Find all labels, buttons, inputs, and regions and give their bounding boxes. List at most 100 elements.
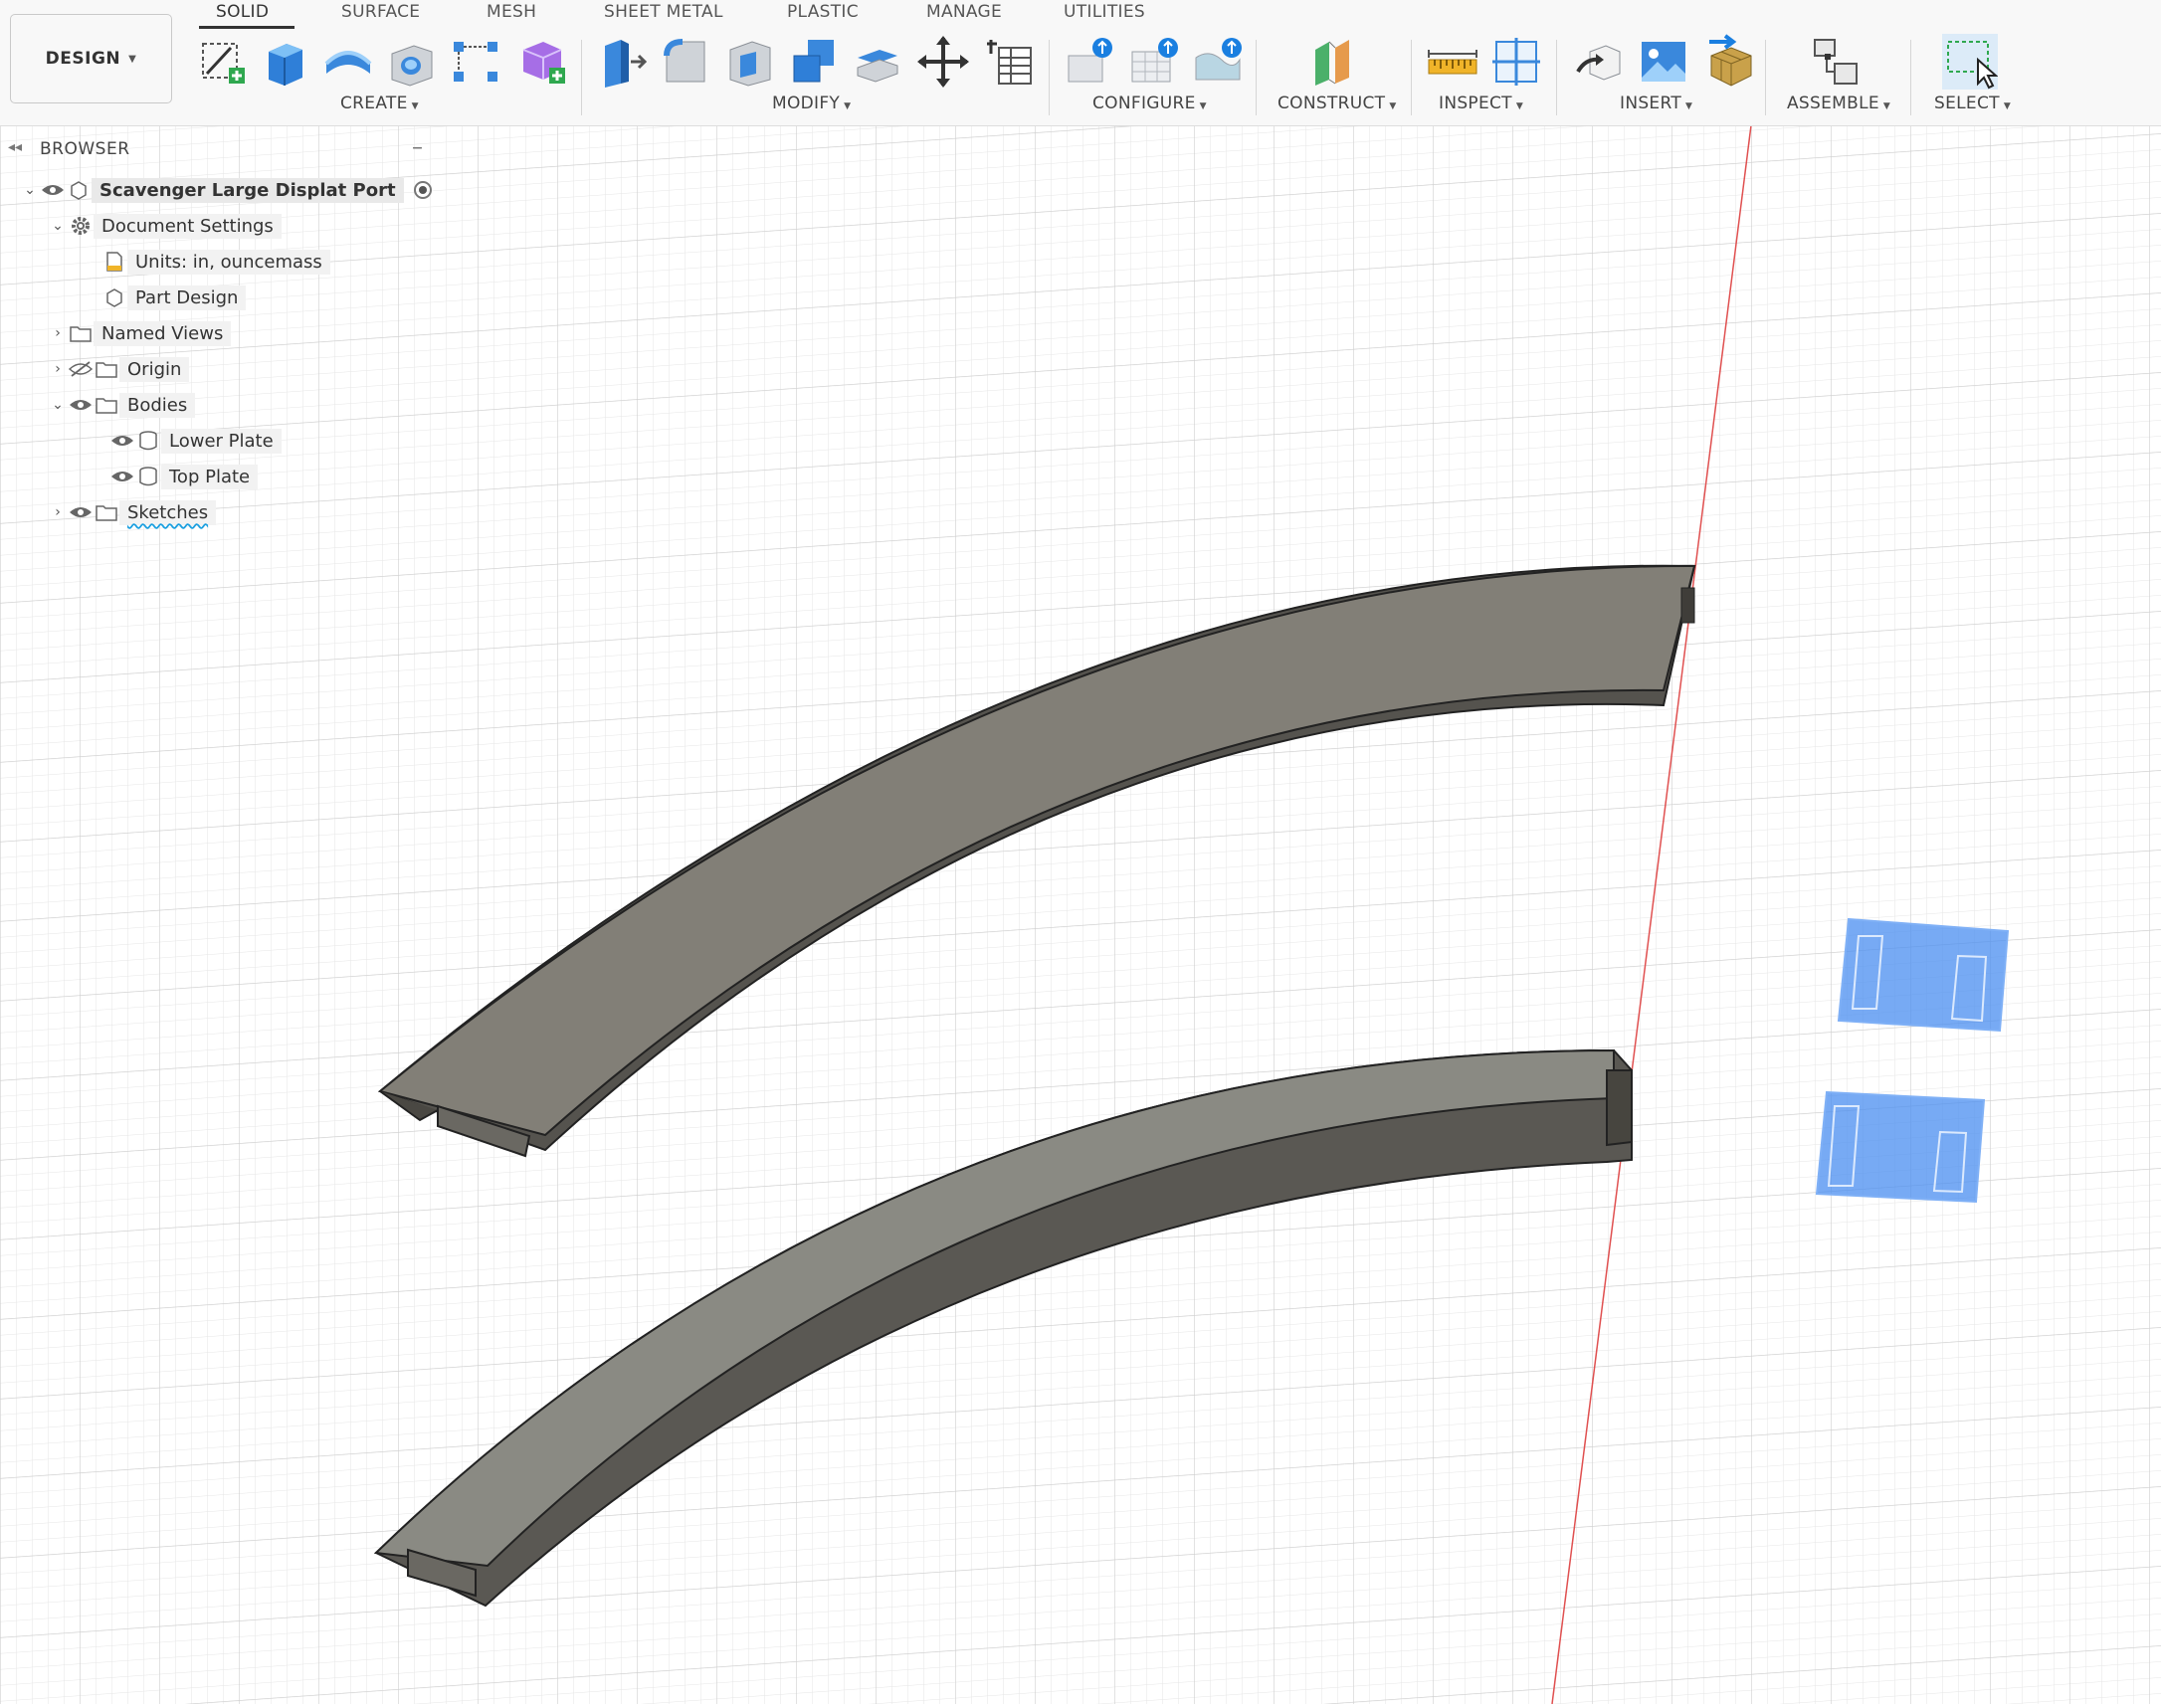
shell-icon[interactable] bbox=[722, 34, 778, 90]
insert-derive-icon[interactable] bbox=[1572, 34, 1628, 90]
component-icon bbox=[66, 179, 92, 201]
browser-node-units[interactable]: Units: in, ouncemass bbox=[101, 245, 330, 279]
folder-icon bbox=[94, 358, 119, 380]
chevron-down-icon: ▼ bbox=[1685, 101, 1693, 111]
parameters-icon[interactable] bbox=[981, 34, 1037, 90]
section-analysis-icon[interactable] bbox=[1488, 34, 1544, 90]
configure-theme-icon[interactable] bbox=[1190, 34, 1246, 90]
visibility-eye-icon[interactable] bbox=[68, 394, 94, 416]
units-icon bbox=[101, 251, 127, 273]
toolbar-separator bbox=[1256, 40, 1257, 115]
gear-icon bbox=[68, 215, 94, 237]
select-window-icon[interactable] bbox=[1942, 34, 1998, 90]
chevron-right-icon[interactable]: › bbox=[48, 361, 68, 377]
insert-canvas-icon[interactable] bbox=[1636, 34, 1691, 90]
chevron-down-icon: ▼ bbox=[411, 101, 419, 111]
folder-icon bbox=[68, 322, 94, 344]
browser-node-lower-plate[interactable]: Lower Plate bbox=[109, 424, 282, 458]
create-form-icon[interactable] bbox=[515, 34, 571, 90]
revolve-icon[interactable] bbox=[320, 34, 376, 90]
browser-label-top-plate: Top Plate bbox=[161, 464, 259, 489]
browser-label-document-settings: Document Settings bbox=[94, 213, 282, 239]
hole-icon[interactable] bbox=[384, 34, 440, 90]
browser-node-sketches[interactable]: › Sketches bbox=[48, 495, 217, 529]
tab-plastic[interactable]: PLASTIC bbox=[787, 2, 859, 22]
chevron-down-icon: ▼ bbox=[1199, 101, 1207, 111]
activate-radio-icon[interactable] bbox=[413, 181, 432, 199]
collapse-panel-icon[interactable]: ◂◂ bbox=[8, 139, 22, 155]
insert-mesh-icon[interactable] bbox=[1701, 34, 1757, 90]
joint-icon[interactable] bbox=[1809, 34, 1865, 90]
toolbar-separator bbox=[1049, 40, 1050, 115]
tab-solid[interactable]: SOLID bbox=[216, 2, 269, 22]
browser-node-origin[interactable]: › Origin bbox=[48, 352, 190, 386]
chevron-down-icon: ▼ bbox=[1389, 101, 1397, 111]
chevron-down-icon[interactable]: ⌄ bbox=[20, 182, 40, 198]
tab-mesh[interactable]: MESH bbox=[487, 2, 536, 22]
minimize-icon[interactable]: – bbox=[412, 135, 423, 160]
chevron-down-icon[interactable]: ⌄ bbox=[48, 397, 68, 413]
browser-node-top-plate[interactable]: Top Plate bbox=[109, 460, 259, 493]
tab-utilities[interactable]: UTILITIES bbox=[1064, 2, 1145, 22]
browser-label-origin: Origin bbox=[119, 356, 190, 382]
visibility-eye-icon[interactable] bbox=[40, 179, 66, 201]
tab-manage[interactable]: MANAGE bbox=[926, 2, 1002, 22]
configure-table-icon[interactable] bbox=[1063, 34, 1118, 90]
part-design-icon bbox=[101, 286, 127, 308]
sketch-profile-1[interactable] bbox=[1837, 917, 2010, 1033]
active-tab-indicator bbox=[199, 26, 295, 29]
group-construct[interactable]: CONSTRUCT ▼ bbox=[1277, 94, 1397, 113]
browser-node-part-design[interactable]: Part Design bbox=[101, 281, 247, 314]
group-configure[interactable]: CONFIGURE ▼ bbox=[1092, 94, 1207, 113]
offset-face-icon[interactable] bbox=[850, 34, 905, 90]
folder-icon bbox=[94, 501, 119, 523]
visibility-eye-icon[interactable] bbox=[109, 466, 135, 487]
group-inspect[interactable]: INSPECT ▼ bbox=[1439, 94, 1523, 113]
chevron-down-icon[interactable]: ⌄ bbox=[48, 218, 68, 234]
group-modify[interactable]: MODIFY ▼ bbox=[772, 94, 851, 113]
group-create[interactable]: CREATE ▼ bbox=[340, 94, 419, 113]
visibility-eye-icon[interactable] bbox=[68, 501, 94, 523]
browser-label-lower-plate: Lower Plate bbox=[161, 428, 282, 454]
browser-label-sketches: Sketches bbox=[119, 499, 217, 525]
configure-grid-icon[interactable] bbox=[1126, 34, 1182, 90]
browser-label-bodies: Bodies bbox=[119, 392, 196, 418]
move-icon[interactable] bbox=[915, 34, 971, 90]
group-insert[interactable]: INSERT ▼ bbox=[1620, 94, 1692, 113]
chevron-right-icon[interactable]: › bbox=[48, 325, 68, 341]
hidden-eye-icon[interactable] bbox=[68, 358, 94, 380]
offset-plane-icon[interactable] bbox=[1305, 34, 1361, 90]
browser-node-bodies[interactable]: ⌄ Bodies bbox=[48, 388, 196, 422]
press-pull-icon[interactable] bbox=[595, 34, 651, 90]
browser-header: ◂◂ BROWSER – bbox=[0, 131, 438, 167]
chevron-down-icon: ▼ bbox=[128, 53, 137, 65]
chevron-down-icon: ▼ bbox=[2003, 101, 2012, 111]
browser-root-node[interactable]: ⌄ Scavenger Large Displat Port bbox=[20, 173, 432, 207]
extrude-icon[interactable] bbox=[257, 34, 312, 90]
browser-title: BROWSER bbox=[40, 139, 130, 159]
browser-root-label: Scavenger Large Displat Port bbox=[92, 177, 404, 203]
combine-icon[interactable] bbox=[786, 34, 842, 90]
create-sketch-icon[interactable] bbox=[195, 34, 251, 90]
sketch-profile-2[interactable] bbox=[1815, 1090, 1986, 1204]
measure-icon[interactable] bbox=[1425, 34, 1480, 90]
visibility-eye-icon[interactable] bbox=[109, 430, 135, 452]
chevron-right-icon[interactable]: › bbox=[48, 504, 68, 520]
browser-panel: ◂◂ BROWSER – ⌄ Scavenger Large Displat P… bbox=[0, 131, 438, 529]
workspace-label: DESIGN bbox=[45, 49, 121, 69]
toolbar-separator bbox=[1556, 40, 1557, 115]
body-icon bbox=[135, 430, 161, 452]
workspace-switcher[interactable]: DESIGN ▼ bbox=[10, 14, 172, 103]
chevron-down-icon: ▼ bbox=[844, 101, 852, 111]
chevron-down-icon: ▼ bbox=[1515, 101, 1524, 111]
browser-node-named-views[interactable]: › Named Views bbox=[48, 316, 232, 350]
group-select[interactable]: SELECT ▼ bbox=[1934, 94, 2011, 113]
fillet-icon[interactable] bbox=[659, 34, 714, 90]
tab-surface[interactable]: SURFACE bbox=[341, 2, 420, 22]
chevron-down-icon: ▼ bbox=[1882, 101, 1891, 111]
pattern-icon[interactable] bbox=[448, 34, 503, 90]
group-assemble[interactable]: ASSEMBLE ▼ bbox=[1787, 94, 1890, 113]
tab-sheet-metal[interactable]: SHEET METAL bbox=[604, 2, 723, 22]
browser-node-document-settings[interactable]: ⌄ Document Settings bbox=[48, 209, 282, 243]
browser-label-units: Units: in, ouncemass bbox=[127, 249, 330, 275]
